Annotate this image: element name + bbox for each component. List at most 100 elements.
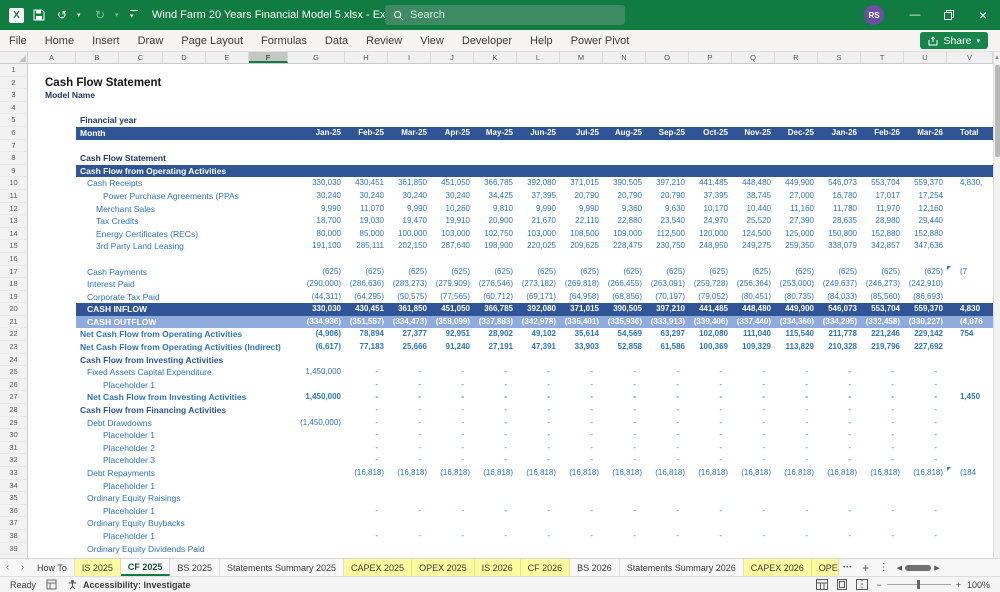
cell[interactable]: 78,894 bbox=[345, 328, 388, 341]
cell[interactable]: - bbox=[603, 391, 646, 404]
cell[interactable]: (80,735) bbox=[775, 291, 818, 304]
row-label[interactable] bbox=[76, 89, 288, 102]
cell[interactable] bbox=[689, 77, 732, 90]
page-layout-view-icon[interactable] bbox=[836, 579, 848, 590]
cell[interactable]: - bbox=[646, 417, 689, 430]
cell[interactable] bbox=[818, 140, 861, 153]
cell[interactable]: 9,630 bbox=[646, 203, 689, 216]
cell[interactable]: 92,951 bbox=[431, 328, 474, 341]
cell[interactable] bbox=[345, 543, 388, 556]
cell[interactable]: 61,586 bbox=[646, 341, 689, 354]
cell[interactable]: 191,100 bbox=[288, 240, 345, 253]
cell[interactable] bbox=[603, 517, 646, 530]
cell[interactable] bbox=[288, 152, 345, 165]
cell[interactable]: - bbox=[861, 404, 904, 417]
cell[interactable] bbox=[431, 102, 474, 115]
row-number-23[interactable]: 23 bbox=[0, 341, 28, 354]
sheet-tab-cf-2026[interactable]: CF 2026 bbox=[520, 559, 571, 576]
cell[interactable]: - bbox=[603, 505, 646, 518]
cell-a24[interactable] bbox=[28, 354, 76, 367]
row-number-20[interactable]: 20 bbox=[0, 303, 28, 316]
row-number-40[interactable]: 40 bbox=[0, 555, 28, 558]
cell[interactable]: - bbox=[560, 417, 603, 430]
cell[interactable]: 228,475 bbox=[603, 240, 646, 253]
cell[interactable]: - bbox=[732, 530, 775, 543]
cell[interactable] bbox=[904, 555, 947, 558]
sheet-tab-how-to[interactable]: How To bbox=[30, 559, 75, 576]
accessibility-icon[interactable] bbox=[67, 579, 78, 590]
cell[interactable]: - bbox=[474, 454, 517, 467]
cell[interactable]: 546,073 bbox=[818, 177, 861, 190]
cell[interactable] bbox=[818, 152, 861, 165]
cell-a13[interactable] bbox=[28, 215, 76, 228]
zoom-slider-thumb[interactable] bbox=[916, 580, 920, 589]
row-label[interactable]: Cash Flow from Investing Activities bbox=[76, 354, 288, 367]
cell[interactable]: 361,850 bbox=[388, 177, 431, 190]
cell[interactable] bbox=[603, 480, 646, 493]
cell[interactable]: 11,160 bbox=[775, 203, 818, 216]
cell[interactable]: 546,073 bbox=[818, 303, 861, 316]
row-label[interactable]: CASH INFLOW bbox=[76, 303, 288, 316]
cell-a38[interactable] bbox=[28, 530, 76, 543]
cell[interactable]: - bbox=[560, 429, 603, 442]
column-header-Q[interactable]: Q bbox=[732, 52, 775, 63]
select-all-corner[interactable] bbox=[0, 52, 28, 63]
cell[interactable] bbox=[288, 140, 345, 153]
cell[interactable]: (16,818) bbox=[474, 467, 517, 480]
total-cell[interactable] bbox=[947, 278, 993, 291]
cell[interactable] bbox=[646, 555, 689, 558]
cell[interactable] bbox=[560, 64, 603, 77]
column-header-R[interactable]: R bbox=[775, 52, 818, 63]
cell[interactable]: - bbox=[689, 379, 732, 392]
total-cell[interactable] bbox=[947, 240, 993, 253]
cell[interactable] bbox=[603, 140, 646, 153]
cell[interactable]: - bbox=[861, 429, 904, 442]
cell[interactable] bbox=[775, 114, 818, 127]
cell[interactable] bbox=[431, 89, 474, 102]
cell[interactable] bbox=[603, 555, 646, 558]
cell[interactable]: 25,666 bbox=[388, 341, 431, 354]
cell[interactable] bbox=[474, 140, 517, 153]
hscroll-right-icon[interactable]: ▶ bbox=[934, 564, 939, 572]
tab-nav-right-icon[interactable]: › bbox=[15, 559, 30, 576]
cell[interactable] bbox=[388, 89, 431, 102]
cell[interactable] bbox=[646, 152, 689, 165]
cell[interactable]: - bbox=[603, 404, 646, 417]
cell[interactable]: 12,160 bbox=[904, 203, 947, 216]
cell[interactable]: (625) bbox=[560, 266, 603, 279]
cell[interactable] bbox=[560, 152, 603, 165]
cell[interactable]: (16,818) bbox=[560, 467, 603, 480]
total-cell[interactable] bbox=[947, 354, 993, 367]
ribbon-tab-formulas[interactable]: Formulas bbox=[252, 30, 316, 51]
cell[interactable]: 33,903 bbox=[560, 341, 603, 354]
cell[interactable]: - bbox=[861, 366, 904, 379]
cell[interactable] bbox=[603, 89, 646, 102]
cell[interactable] bbox=[689, 89, 732, 102]
cell-a25[interactable] bbox=[28, 366, 76, 379]
total-cell[interactable] bbox=[947, 480, 993, 493]
cell[interactable]: (16,818) bbox=[388, 467, 431, 480]
cell[interactable]: 124,500 bbox=[732, 228, 775, 241]
cell[interactable]: 20,900 bbox=[474, 215, 517, 228]
cell[interactable]: - bbox=[861, 530, 904, 543]
cell[interactable]: (84,033) bbox=[818, 291, 861, 304]
cell[interactable] bbox=[288, 379, 345, 392]
cell[interactable] bbox=[345, 64, 388, 77]
total-cell[interactable] bbox=[947, 517, 993, 530]
row-number-28[interactable]: 28 bbox=[0, 404, 28, 417]
cell[interactable]: 397,210 bbox=[646, 177, 689, 190]
total-cell[interactable] bbox=[947, 114, 993, 127]
hscroll-left-icon[interactable]: ◀ bbox=[897, 564, 902, 572]
cell[interactable]: (70,197) bbox=[646, 291, 689, 304]
cell[interactable]: Feb-26 bbox=[861, 127, 904, 140]
cell[interactable]: 219,796 bbox=[861, 341, 904, 354]
cell[interactable]: - bbox=[474, 505, 517, 518]
cell[interactable] bbox=[904, 77, 947, 90]
cell[interactable] bbox=[904, 480, 947, 493]
cell[interactable]: 11,970 bbox=[861, 203, 904, 216]
cell[interactable]: 448,480 bbox=[732, 177, 775, 190]
cell[interactable]: 441,485 bbox=[689, 303, 732, 316]
cell[interactable]: (342,978) bbox=[517, 316, 560, 329]
cell[interactable]: (6,617) bbox=[288, 341, 345, 354]
cell[interactable] bbox=[560, 543, 603, 556]
